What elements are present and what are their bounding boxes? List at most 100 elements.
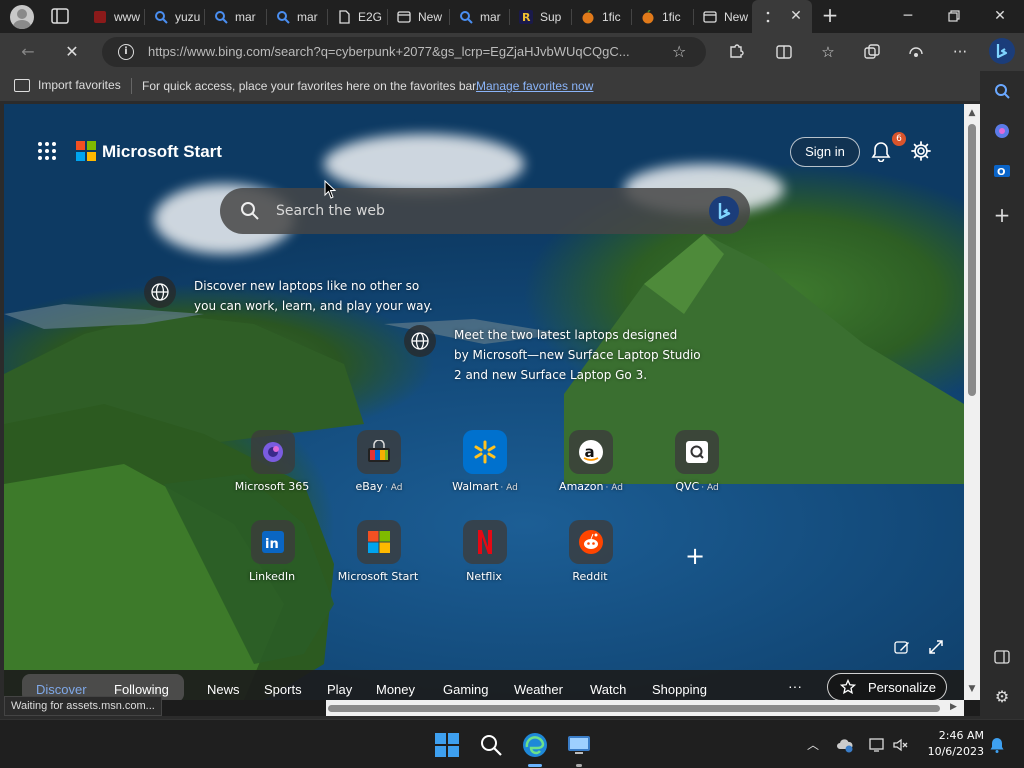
quick-link-ebay[interactable]: eBay · Ad [324, 430, 434, 500]
add-sidebar-app-icon[interactable]: + [992, 205, 1012, 225]
quick-link-microsoft-start[interactable]: Microsoft Start [324, 520, 434, 590]
address-bar[interactable]: i https://www.bing.com/search?q=cyberpun… [102, 37, 706, 67]
stop-loading-icon[interactable]: ✕ [62, 42, 82, 62]
bing-chat-icon[interactable] [708, 195, 740, 227]
onedrive-icon[interactable] [836, 736, 854, 754]
tab-11[interactable]: New [694, 0, 752, 33]
scroll-thumb[interactable] [968, 124, 976, 396]
quick-link-amazon[interactable]: a Amazon · Ad [536, 430, 646, 500]
svg-text:in: in [265, 537, 279, 552]
brand-title[interactable]: Microsoft Start [102, 142, 222, 162]
manage-favorites-link[interactable]: Manage favorites now [476, 79, 593, 93]
more-feed-tabs-button[interactable]: ··· [788, 678, 802, 694]
extensions-icon[interactable] [726, 42, 746, 62]
edge-browser-icon[interactable] [522, 732, 548, 758]
hide-sidebar-icon[interactable] [992, 647, 1012, 667]
volume-muted-icon[interactable] [892, 736, 910, 754]
windows-start-icon[interactable] [434, 732, 460, 758]
new-tab-icon[interactable]: + [820, 5, 840, 26]
tab-7[interactable]: mar [450, 0, 510, 33]
search-input[interactable] [276, 200, 676, 222]
favorites-bar: Import favorites For quick access, place… [0, 71, 1024, 101]
import-favorites-button[interactable]: Import favorites [14, 78, 121, 92]
quick-link-reddit[interactable]: Reddit [536, 520, 646, 590]
feed-tab-following[interactable]: Following [114, 682, 169, 697]
close-tab-icon[interactable]: ✕ [788, 8, 804, 24]
tab-5[interactable]: E2G [328, 0, 388, 33]
expand-icon[interactable] [928, 639, 944, 655]
feed-tab-discover[interactable]: Discover [36, 682, 87, 697]
back-arrow-icon[interactable]: ← [18, 42, 38, 62]
web-search-box[interactable] [220, 188, 750, 234]
site-info-icon[interactable]: i [118, 44, 134, 60]
minimize-icon[interactable]: ─ [898, 6, 918, 26]
tab-3[interactable]: mar [205, 0, 267, 33]
feed-tab-shopping[interactable]: Shopping [652, 682, 707, 697]
notification-center-bell-icon[interactable] [988, 736, 1006, 754]
scroll-up-arrow-icon[interactable]: ▲ [967, 108, 977, 118]
quick-link-walmart[interactable]: Walmart · Ad [430, 430, 540, 500]
quick-link-linkedin[interactable]: in LinkedIn [218, 520, 328, 590]
url-text[interactable]: https://www.bing.com/search?q=cyberpunk+… [148, 44, 666, 59]
tab-strip: www yuzu mar mar E2G New mar R Sup 1fic … [0, 0, 1024, 33]
horizontal-scrollbar[interactable]: ▶ [326, 700, 964, 716]
page-icon [336, 9, 352, 25]
scroll-thumb[interactable] [328, 705, 940, 712]
status-bar: Waiting for assets.msn.com... [4, 696, 162, 716]
split-screen-icon[interactable] [774, 42, 794, 62]
quick-link-qvc[interactable]: QVC · Ad [642, 430, 752, 500]
collections-icon[interactable] [862, 42, 882, 62]
tab-6[interactable]: New [388, 0, 450, 33]
feed-tab-gaming[interactable]: Gaming [443, 682, 489, 697]
performance-icon[interactable] [906, 42, 926, 62]
tab-1[interactable]: www [84, 0, 145, 33]
tab-9[interactable]: 1fic [572, 0, 632, 33]
promo-item[interactable]: Discover new laptops like no other so you… [144, 276, 433, 316]
tab-4[interactable]: mar [267, 0, 328, 33]
copilot-sidebar-icon[interactable] [992, 121, 1012, 141]
search-icon[interactable] [992, 81, 1012, 101]
tile-label: LinkedIn [248, 570, 296, 583]
remote-desktop-icon[interactable] [566, 732, 592, 758]
sign-in-button[interactable]: Sign in [790, 137, 860, 167]
feed-tab-news[interactable]: News [207, 682, 240, 697]
taskbar-search-icon[interactable] [478, 732, 504, 758]
feed-tab-weather[interactable]: Weather [514, 682, 563, 697]
favorite-star-icon[interactable]: ☆ [672, 42, 686, 61]
scroll-right-arrow-icon[interactable]: ▶ [950, 702, 957, 712]
show-hidden-icons-chevron-icon[interactable]: ︿ [804, 736, 822, 754]
sidebar-settings-icon[interactable]: ⚙ [992, 687, 1012, 707]
ebay-bag-icon [357, 430, 401, 474]
tab-2[interactable]: yuzu [145, 0, 205, 33]
profile-avatar[interactable] [10, 5, 34, 29]
system-clock[interactable]: 2:46 AM 10/6/2023 [918, 728, 984, 760]
network-icon[interactable] [868, 736, 886, 754]
feed-tab-money[interactable]: Money [376, 682, 415, 697]
tab-8[interactable]: R Sup [510, 0, 572, 33]
edit-background-icon[interactable] [894, 639, 910, 655]
tab-actions-icon[interactable] [50, 7, 70, 25]
copilot-icon[interactable] [988, 37, 1016, 65]
settings-gear-icon[interactable] [910, 140, 932, 162]
favorites-icon[interactable]: ☆ [818, 42, 838, 62]
quick-link-netflix[interactable]: Netflix [430, 520, 540, 590]
quick-link-microsoft-365[interactable]: Microsoft 365 [218, 430, 328, 500]
restore-icon[interactable] [944, 6, 964, 26]
promo-text: Meet the two latest laptops designed [454, 328, 678, 342]
feed-tab-sports[interactable]: Sports [264, 682, 302, 697]
vertical-scrollbar[interactable]: ▲ ▼ [964, 104, 980, 700]
ad-label: · Ad [701, 483, 719, 493]
more-menu-icon[interactable]: ··· [950, 42, 970, 62]
feed-tab-watch[interactable]: Watch [590, 682, 626, 697]
promo-item[interactable]: Meet the two latest laptops designed by M… [404, 325, 701, 385]
divider [131, 78, 132, 94]
close-window-icon[interactable]: ✕ [990, 6, 1010, 26]
personalize-button[interactable]: Personalize [827, 673, 947, 700]
scroll-down-arrow-icon[interactable]: ▼ [967, 684, 977, 694]
app-launcher-icon[interactable] [38, 142, 56, 160]
feed-tab-play[interactable]: Play [327, 682, 352, 697]
tab-10[interactable]: 1fic [632, 0, 694, 33]
add-quick-link-icon[interactable]: + [682, 544, 708, 570]
notifications-bell-icon[interactable] [870, 140, 892, 162]
outlook-icon[interactable]: O [992, 161, 1012, 181]
